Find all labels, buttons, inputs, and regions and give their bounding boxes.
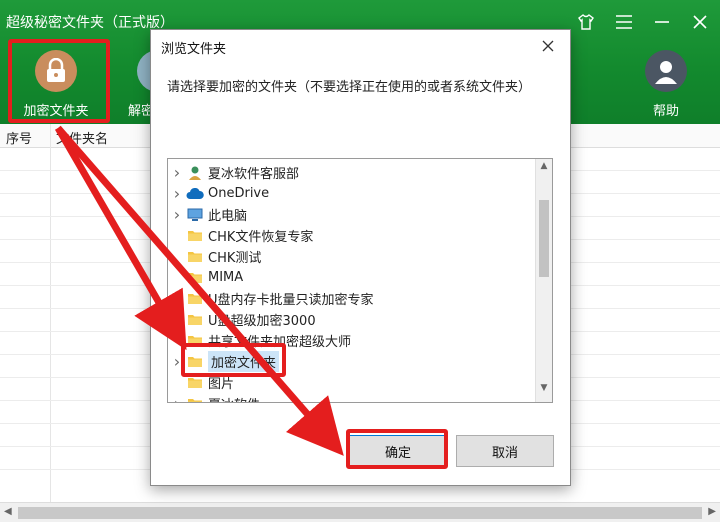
scroll-up-icon[interactable]: ▲ <box>536 161 552 178</box>
browse-folder-dialog: 浏览文件夹 请选择要加密的文件夹（不要选择正在使用的或者系统文件夹） › 夏冰软件… <box>150 29 571 486</box>
tree-item[interactable]: › 夏冰软件 <box>168 393 538 402</box>
skin-icon[interactable] <box>574 10 598 34</box>
user-icon <box>186 165 204 181</box>
dialog-title: 浏览文件夹 <box>161 42 227 57</box>
cloud-icon <box>186 186 204 202</box>
tree-item[interactable]: › 夏冰软件客服部 <box>168 162 538 183</box>
folder-icon <box>186 291 204 307</box>
help-button[interactable]: 帮助 <box>618 38 714 122</box>
cancel-button[interactable]: 取消 <box>456 435 554 467</box>
computer-icon <box>186 207 204 223</box>
folder-icon <box>186 312 204 328</box>
folder-icon <box>186 228 204 244</box>
ok-highlight-box <box>346 429 448 469</box>
dialog-close-icon[interactable] <box>534 34 562 58</box>
tree-item-label: 夏冰软件 <box>208 394 260 402</box>
close-window-icon[interactable] <box>688 10 712 34</box>
tree-item-label: CHK文件恢复专家 <box>208 230 314 245</box>
folder-icon <box>186 396 204 402</box>
chevron-right-icon[interactable]: › <box>168 184 186 203</box>
tree-item[interactable]: › OneDrive <box>168 183 538 204</box>
folder-icon <box>186 249 204 265</box>
tree-vertical-scrollbar[interactable]: ▲ ▼ <box>535 159 552 402</box>
app-title: 超级秘密文件夹（正式版） <box>6 15 174 31</box>
encrypt-highlight-box <box>8 39 110 123</box>
minimize-icon[interactable] <box>650 10 674 34</box>
tree-item[interactable]: CHK文件恢复专家 <box>168 225 538 246</box>
folder-icon <box>186 270 204 286</box>
tree-item[interactable]: CHK测试 <box>168 246 538 267</box>
menu-icon[interactable] <box>612 10 636 34</box>
tree-item-label: 夏冰软件客服部 <box>208 167 300 182</box>
chevron-right-icon[interactable]: › <box>168 394 186 402</box>
window-controls <box>574 10 712 34</box>
tree-item[interactable]: U盘超级加密3000 <box>168 309 538 330</box>
scroll-down-icon[interactable]: ▼ <box>536 383 552 400</box>
tree-item-label: MIMA <box>208 270 244 285</box>
chevron-right-icon[interactable]: › <box>168 205 186 224</box>
scroll-right-icon[interactable]: ▶ <box>708 506 716 517</box>
tree-item-label: 此电脑 <box>208 209 248 224</box>
tree-item-label: U盘超级加密3000 <box>208 314 316 329</box>
help-label: 帮助 <box>652 104 679 119</box>
tree-item[interactable]: U盘内存卡批量只读加密专家 <box>168 288 538 309</box>
horizontal-scrollbar[interactable]: ◀ ▶ <box>0 502 720 522</box>
dialog-instruction: 请选择要加密的文件夹（不要选择正在使用的或者系统文件夹） <box>167 80 532 95</box>
help-user-icon <box>645 50 687 92</box>
tree-item[interactable]: › 此电脑 <box>168 204 538 225</box>
selected-folder-highlight-box <box>181 343 286 377</box>
scroll-left-icon[interactable]: ◀ <box>4 506 12 517</box>
column-header-folder-name: 文件夹名 <box>56 132 109 147</box>
tree-item-label: OneDrive <box>208 186 270 201</box>
chevron-right-icon[interactable]: › <box>168 163 186 182</box>
tree-item[interactable]: MIMA <box>168 267 538 288</box>
tree-item-label: U盘内存卡批量只读加密专家 <box>208 293 374 308</box>
tree-item-label: CHK测试 <box>208 251 262 266</box>
horizontal-scroll-thumb[interactable] <box>18 507 702 519</box>
column-header-index: 序号 <box>6 132 33 147</box>
tree-scroll-thumb[interactable] <box>539 200 549 277</box>
